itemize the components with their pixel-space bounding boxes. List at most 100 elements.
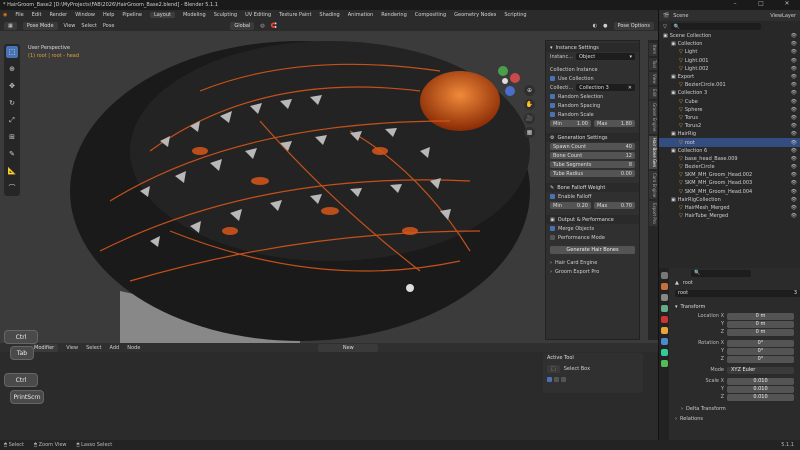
- rotation-y-field[interactable]: 0°: [727, 347, 794, 355]
- random-spacing-checkbox[interactable]: [550, 103, 555, 108]
- location-z-field[interactable]: 0 m: [727, 328, 794, 336]
- outliner-row[interactable]: ▣ Collection 3 👁: [659, 89, 800, 97]
- outliner-row[interactable]: ▽ BezierCircle 👁: [659, 163, 800, 171]
- object-name-field[interactable]: root 3: [675, 289, 800, 297]
- visibility-eye-icon[interactable]: 👁: [791, 90, 797, 96]
- minimize-icon[interactable]: –: [722, 0, 748, 7]
- pose-options-button[interactable]: Pose Options: [613, 21, 654, 30]
- menu-window[interactable]: Window: [75, 12, 95, 18]
- scale-icon[interactable]: ⤢: [6, 114, 18, 126]
- visibility-eye-icon[interactable]: 👁: [791, 49, 797, 55]
- transform-panel-header[interactable]: ▾ Transform: [671, 302, 800, 312]
- visibility-eye-icon[interactable]: 👁: [791, 172, 797, 178]
- visibility-eye-icon[interactable]: 👁: [791, 131, 797, 137]
- select-box-tool-icon[interactable]: ⬚: [547, 365, 560, 373]
- tab-export-pro[interactable]: Export Pro: [649, 200, 657, 226]
- outliner-row[interactable]: ▽ Light.001 👁: [659, 57, 800, 65]
- editor-mode-select[interactable]: Modifier: [30, 343, 59, 352]
- tab-edit[interactable]: Edit: [649, 87, 657, 100]
- node-view-menu[interactable]: View: [66, 345, 78, 351]
- visibility-eye-icon[interactable]: 👁: [791, 115, 797, 121]
- measure-icon[interactable]: 📐: [6, 165, 18, 177]
- workspace-tab-compositing[interactable]: Compositing: [415, 12, 446, 18]
- outliner-row[interactable]: ▽ SKM_MH_Groom_Head.003 👁: [659, 179, 800, 187]
- snap-icon[interactable]: 🧲: [271, 23, 277, 29]
- new-node-tree-button[interactable]: New: [318, 343, 379, 352]
- visibility-eye-icon[interactable]: 👁: [791, 156, 797, 162]
- visibility-eye-icon[interactable]: 👁: [791, 180, 797, 186]
- scene-selector[interactable]: Scene: [673, 13, 688, 19]
- outliner-row[interactable]: ▽ Torus2 👁: [659, 122, 800, 130]
- zoom-icon[interactable]: ⊕: [524, 85, 535, 96]
- tab-hair-bone-gen[interactable]: Hair Bone Gen: [649, 135, 657, 169]
- delta-transform-panel[interactable]: › Delta Transform: [671, 404, 800, 414]
- tab-groom-engine[interactable]: Groom Engine: [649, 101, 657, 134]
- workspace-tab-animation[interactable]: Animation: [348, 12, 374, 18]
- visibility-eye-icon[interactable]: 👁: [791, 82, 797, 88]
- bone-props-icon[interactable]: [660, 360, 668, 367]
- outliner-row[interactable]: ▽ root 👁: [659, 138, 800, 147]
- tool-props-icon[interactable]: [660, 272, 668, 279]
- render-props-icon[interactable]: [660, 283, 668, 290]
- cursor-icon[interactable]: ⊕: [6, 63, 18, 75]
- visibility-eye-icon[interactable]: 👁: [791, 197, 797, 203]
- workspace-tab-modeling[interactable]: Modeling: [183, 12, 206, 18]
- select-mode-subtract-icon[interactable]: [561, 377, 566, 382]
- workspace-tab-uv-editing[interactable]: UV Editing: [245, 12, 271, 18]
- object-props-icon[interactable]: [660, 327, 668, 334]
- annotate-icon[interactable]: ✎: [6, 148, 18, 160]
- menu-pipeline[interactable]: Pipeline: [122, 12, 142, 18]
- scale-x-field[interactable]: 0.010: [727, 377, 794, 385]
- outliner-row[interactable]: ▽ Light.002 👁: [659, 65, 800, 73]
- outliner-row[interactable]: ▽ BezierCircle.001 👁: [659, 81, 800, 89]
- outliner-row[interactable]: ▣ Export 👁: [659, 73, 800, 81]
- maximize-icon[interactable]: □: [748, 0, 774, 7]
- select-mode-new-icon[interactable]: [547, 377, 552, 382]
- tab-view[interactable]: View: [649, 71, 657, 86]
- visibility-eye-icon[interactable]: 👁: [791, 164, 797, 170]
- hand-pan-icon[interactable]: ✋: [524, 99, 535, 110]
- visibility-eye-icon[interactable]: 👁: [791, 99, 797, 105]
- workspace-tab-layout[interactable]: Layout: [149, 12, 175, 18]
- output-props-icon[interactable]: [660, 294, 668, 301]
- instance-settings-header[interactable]: ▾ Instance Settings: [546, 43, 639, 52]
- properties-search[interactable]: 🔍: [691, 269, 751, 277]
- outliner-row[interactable]: ▣ HairRigCollection 👁: [659, 196, 800, 204]
- move-icon[interactable]: ✥: [6, 80, 18, 92]
- instance-object-field[interactable]: Object ▾: [575, 53, 635, 60]
- view-layer-selector[interactable]: ViewLayer: [770, 13, 796, 19]
- generation-settings-header[interactable]: ⚙ Generation Settings: [546, 133, 639, 142]
- outliner-row[interactable]: ▽ Sphere 👁: [659, 106, 800, 114]
- tab-item[interactable]: Item: [649, 43, 657, 57]
- location-y-field[interactable]: 0 m: [727, 320, 794, 328]
- pivot-icon[interactable]: ◎: [260, 23, 264, 29]
- outliner-row[interactable]: ▽ Torus 👁: [659, 114, 800, 122]
- rotate-icon[interactable]: ↻: [6, 97, 18, 109]
- shading-solid-icon[interactable]: ●: [603, 23, 607, 29]
- outliner-row[interactable]: ▣ HairRig 👁: [659, 130, 800, 138]
- outliner-row[interactable]: ▽ SKM_MH_Groom_Head.004 👁: [659, 188, 800, 196]
- scene-props-icon[interactable]: [660, 305, 668, 312]
- menu-file[interactable]: File: [15, 12, 23, 18]
- outliner-search-input[interactable]: 🔍: [670, 23, 761, 30]
- node-node-menu[interactable]: Node: [127, 345, 140, 351]
- scale-y-field[interactable]: 0.010: [727, 385, 794, 393]
- visibility-eye-icon[interactable]: 👁: [791, 74, 797, 80]
- blender-logo-icon[interactable]: ◉: [3, 12, 7, 18]
- tab-card-engine[interactable]: Card Engine: [649, 170, 657, 199]
- outliner-row[interactable]: ▣ Collection 👁: [659, 40, 800, 48]
- outliner-row[interactable]: ▽ Cube 👁: [659, 98, 800, 106]
- scale-z-field[interactable]: 0.010: [727, 393, 794, 401]
- outliner-row[interactable]: ▽ Light 👁: [659, 48, 800, 56]
- performance-mode-checkbox[interactable]: [550, 235, 555, 240]
- transform-orientation[interactable]: Global: [230, 21, 255, 30]
- falloff-max-field[interactable]: Max 0.70: [594, 202, 635, 209]
- random-selection-checkbox[interactable]: [550, 94, 555, 99]
- workspace-tab-shading[interactable]: Shading: [319, 12, 339, 18]
- falloff-min-field[interactable]: Min 0.20: [550, 202, 591, 209]
- outliner-row[interactable]: ▽ HairMesh_Merged 👁: [659, 204, 800, 212]
- relations-panel[interactable]: › Relations: [671, 414, 800, 424]
- camera-icon[interactable]: 🎥: [524, 113, 535, 124]
- transform-icon[interactable]: ⊞: [6, 131, 18, 143]
- bone-falloff-header[interactable]: ✎ Bone Falloff Weight: [546, 183, 639, 192]
